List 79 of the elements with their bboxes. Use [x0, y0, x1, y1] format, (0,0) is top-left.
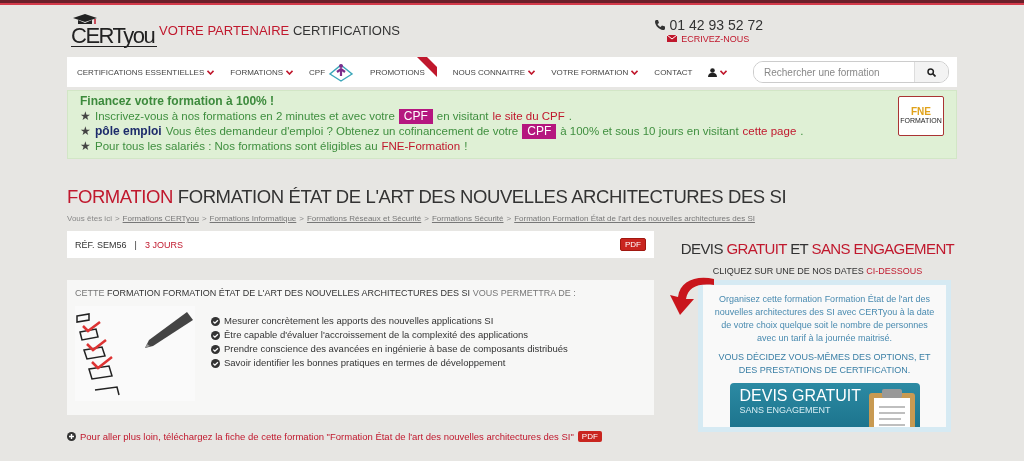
nav-item[interactable]: CPF: [309, 57, 355, 87]
banner-link[interactable]: le site du CPF: [492, 109, 565, 124]
tagline: VOTRE PARTENAIRE CERTIFICATIONS: [159, 22, 401, 38]
nav-label: CERTIFICATIONS ESSENTIELLES: [77, 67, 205, 77]
nav-item[interactable]: CERTIFICATIONS ESSENTIELLES: [77, 57, 215, 87]
quote-button[interactable]: DEVIS GRATUIT SANS ENGAGEMENT: [729, 383, 920, 427]
star-bullet: ★: [80, 124, 91, 139]
objective-text: Savoir identifier les bonnes pratiques en termes de développement: [224, 356, 506, 370]
envelope-icon: [667, 35, 678, 42]
objective-text: Être capable d'évaluer l'accroissement de la complexité des applications: [224, 328, 529, 342]
plus-circle-icon: [67, 432, 76, 441]
breadcrumb-prefix: Vous êtes ici: [67, 214, 112, 223]
banner-text: .: [800, 124, 804, 139]
nav-item[interactable]: PROMOTIONS: [370, 57, 437, 87]
breadcrumb-link[interactable]: Formations Réseaux et Sécurité: [306, 214, 422, 223]
banner-text: en visitant: [436, 109, 489, 124]
phone-icon: [653, 18, 666, 31]
banner-heading: Financez votre formation à 100% !: [80, 94, 276, 109]
quote-note: VOUS DÉCIDEZ VOUS-MÊMES DES OPTIONS, ET DES PRESTATIONS DE CERTIFICATION.: [717, 351, 932, 377]
banner-text: .: [568, 109, 572, 124]
search-icon: [927, 67, 936, 77]
nav-item[interactable]: FORMATIONS: [230, 57, 294, 87]
banner-text: Inscrivez-vous à nos formations en 2 minutes et avec votre: [95, 109, 395, 124]
user-icon: [708, 67, 718, 77]
breadcrumb-separator: >: [424, 214, 429, 223]
breadcrumb-separator: >: [299, 214, 304, 223]
banner-text: !: [464, 139, 468, 154]
breadcrumb-link[interactable]: Formations Informatique: [209, 214, 297, 223]
breadcrumb-separator: >: [506, 214, 512, 223]
search-button[interactable]: [914, 62, 948, 82]
breadcrumb-separator: >: [114, 214, 120, 223]
pole-emploi-logo: pôle emploi: [95, 124, 162, 139]
course-duration: 3 JOURS: [144, 239, 183, 250]
contact-link[interactable]: ECRIVEZ-NOUS: [681, 33, 750, 44]
quote-description: Organisez cette formation Formation État de l'art des nouvelles architectures des SI avec CERTyou à la date de votre choix quelque soit le nombre de personnes avec un tarif à la journée maitrisé.: [713, 293, 936, 345]
clipboard-icon: [867, 387, 917, 427]
course-reference: RÉF. SEM56: [75, 239, 127, 250]
search-field[interactable]: Rechercher une formation: [753, 61, 949, 83]
separator: |: [134, 239, 137, 250]
nav-label: NOUS CONNAITRE: [452, 67, 526, 77]
nav-label: CPF: [309, 67, 326, 77]
star-bullet: ★: [80, 109, 91, 124]
breadcrumb-separator: >: [201, 214, 207, 223]
button-title: DEVIS GRATUIT: [739, 387, 861, 404]
banner-link[interactable]: FNE-Formation: [381, 139, 461, 154]
pdf-button[interactable]: PDF: [620, 238, 646, 251]
banner-text: à 100% et sous 10 jours en visitant: [560, 124, 739, 139]
cpf-badge: CPF: [398, 109, 433, 124]
quote-subtitle: CLIQUEZ SUR UNE DE NOS DATES CI-DESSOUS: [711, 266, 924, 276]
nav-label: CONTACT: [654, 67, 693, 77]
check-circle-icon: [211, 316, 220, 326]
objectives-intro: CETTE FORMATION FORMATION ÉTAT DE L'ART DES NOUVELLES ARCHITECTURES DES SI VOUS PERMETTRA DE :: [75, 288, 577, 298]
breadcrumb-link[interactable]: Formations Sécurité: [431, 214, 504, 223]
banner-text: Pour tous les salariés : Nos formations sont éligibles au: [95, 139, 378, 154]
nav-item[interactable]: NOUS CONNAITRE: [452, 57, 536, 87]
nav-item[interactable]: VOTRE FORMATION: [551, 57, 639, 87]
check-circle-icon: [211, 358, 220, 368]
cpf-badge: CPF: [522, 124, 557, 139]
diamond-person-icon: [328, 62, 355, 82]
button-subtitle: SANS ENGAGEMENT: [739, 405, 832, 415]
breadcrumb-link[interactable]: Formation Formation État de l'art des nouvelles architectures des SI: [514, 214, 755, 223]
nav-label: VOTRE FORMATION: [551, 67, 629, 77]
download-link[interactable]: Pour aller plus loin, téléchargez la fiche de cette formation "Formation État de l'art des nouvelles architectures des SI": [80, 431, 574, 442]
quote-title: DEVIS GRATUIT ET SANS ENGAGEMENT: [679, 239, 956, 259]
phone-number: 01 42 93 52 72: [669, 16, 763, 33]
nav-label: FORMATIONS: [230, 67, 284, 77]
objective-text: Prendre conscience des avancées en ingénierie à base de composants distribués: [224, 342, 568, 356]
star-bullet: ★: [80, 139, 91, 154]
nav-item[interactable]: CONTACT: [654, 57, 693, 87]
check-circle-icon: [211, 330, 220, 340]
banner-link[interactable]: cette page: [742, 124, 797, 139]
logo[interactable]: CERTyou: [71, 25, 158, 47]
page-title: FORMATION FORMATION ÉTAT DE L'ART DES NOUVELLES ARCHITECTURES DES SI: [67, 185, 788, 209]
pdf-button[interactable]: PDF: [577, 431, 602, 442]
nav-label: PROMOTIONS: [370, 67, 425, 77]
check-circle-icon: [211, 344, 220, 354]
banner-text: Vous êtes demandeur d'emploi ? Obtenez un cofinancement de votre: [165, 124, 519, 139]
objective-text: Mesurer concrètement les apports des nouvelles applications SI: [224, 314, 494, 328]
breadcrumb-link[interactable]: Formations CERTyou: [122, 214, 199, 223]
